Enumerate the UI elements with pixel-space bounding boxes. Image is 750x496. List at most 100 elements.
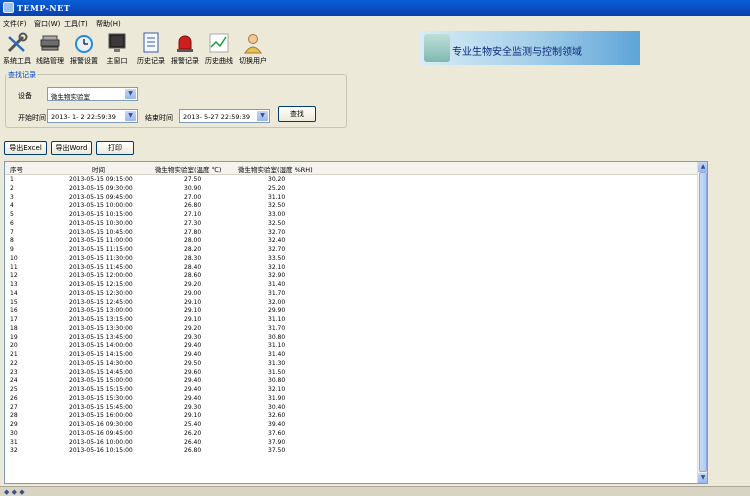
table-row[interactable]: 1 2013-05-15 09:15:00 27.50 30.20 [5, 176, 697, 185]
table-row[interactable]: 26 2013-05-15 15:30:00 29.40 31.90 [5, 395, 697, 404]
cell-humidity: 33.50 [268, 254, 286, 262]
table-row[interactable]: 20 2013-05-15 14:00:00 29.40 31.10 [5, 342, 697, 351]
table-row[interactable]: 18 2013-05-15 13:30:00 29.20 31.70 [5, 325, 697, 334]
tool-history-curve-button[interactable]: 历史曲线 [203, 32, 235, 68]
col-header-temperature[interactable]: 微生物实验室(温度 ℃) [155, 164, 221, 174]
table-row[interactable]: 17 2013-05-15 13:15:00 29.10 31.10 [5, 316, 697, 325]
cell-humidity: 33.00 [268, 211, 286, 218]
export-word-button[interactable]: 导出Word [51, 141, 92, 155]
cell-index: 5 [10, 211, 14, 218]
cell-time: 2013-05-15 14:30:00 [69, 359, 133, 367]
cell-humidity: 32.00 [268, 298, 286, 306]
table-row[interactable]: 16 2013-05-15 13:00:00 29.10 29.90 [5, 307, 697, 316]
tool-line-management-button[interactable]: 线路管理 [34, 32, 66, 68]
table-row[interactable]: 5 2013-05-15 10:15:00 27.10 33.00 [5, 211, 697, 220]
tool-main-window-button[interactable]: 主窗口 [104, 32, 130, 68]
table-row[interactable]: 32 2013-05-16 10:15:00 26.80 37.50 [5, 447, 697, 456]
cell-temperature: 29.60 [184, 368, 202, 376]
table-row[interactable]: 9 2013-05-15 11:15:00 28.20 32.70 [5, 246, 697, 255]
chevron-down-icon[interactable]: ▼ [125, 111, 136, 121]
cell-time: 2013-05-15 10:30:00 [69, 219, 133, 227]
tool-switch-user-button[interactable]: 切换用户 [237, 32, 269, 68]
cell-humidity: 29.90 [268, 307, 286, 315]
table-row[interactable]: 2 2013-05-15 09:30:00 30.90 25.20 [5, 185, 697, 194]
print-button[interactable]: 打印 [96, 141, 134, 155]
cell-time: 2013-05-15 14:15:00 [69, 351, 133, 358]
tool-alarm-records-button[interactable]: 报警记录 [169, 32, 201, 68]
table-row[interactable]: 6 2013-05-15 10:30:00 27.30 32.50 [5, 220, 697, 229]
search-records-legend: 查找记录 [7, 70, 37, 80]
col-header-index[interactable]: 序号 [10, 164, 23, 174]
cell-time: 2013-05-15 14:00:00 [69, 342, 133, 350]
cell-time: 2013-05-15 15:30:00 [69, 394, 133, 402]
scroll-down-icon[interactable]: ▼ [698, 473, 707, 483]
cell-humidity: 31.40 [268, 351, 286, 358]
table-row[interactable]: 27 2013-05-15 15:45:00 29.30 30.40 [5, 404, 697, 413]
table-row[interactable]: 25 2013-05-15 15:15:00 29.40 32.10 [5, 386, 697, 395]
table-row[interactable]: 29 2013-05-16 09:30:00 25.40 39.40 [5, 421, 697, 430]
cell-index: 29 [10, 421, 18, 428]
chevron-down-icon[interactable]: ▼ [125, 89, 136, 99]
device-select-value: 微生物实验室 [51, 93, 90, 101]
cell-index: 26 [10, 394, 18, 402]
table-row[interactable]: 22 2013-05-15 14:30:00 29.50 31.30 [5, 360, 697, 369]
records-table: 序号 时间 微生物实验室(温度 ℃) 微生物实验室(湿度 %RH) 1 2013-… [4, 161, 708, 484]
col-header-time[interactable]: 时间 [92, 164, 105, 174]
table-row[interactable]: 8 2013-05-15 11:00:00 28.00 32.40 [5, 237, 697, 246]
cell-time: 2013-05-15 13:45:00 [69, 333, 133, 341]
tool-system-tools-button[interactable]: 系统工具 [2, 32, 32, 68]
table-row[interactable]: 19 2013-05-15 13:45:00 29.30 30.80 [5, 334, 697, 343]
cell-index: 10 [10, 254, 18, 262]
start-time-picker[interactable]: 2013- 1- 2 22:59:39 ▼ [47, 109, 138, 123]
start-time-label: 开始时间 [18, 114, 46, 122]
cell-temperature: 29.30 [184, 333, 202, 341]
search-button[interactable]: 查找 [278, 106, 316, 122]
cell-time: 2013-05-15 15:15:00 [69, 386, 133, 393]
device-select[interactable]: 微生物实验室 ▼ [47, 87, 138, 101]
chevron-down-icon[interactable]: ▼ [257, 111, 268, 121]
cell-temperature: 29.40 [184, 351, 202, 358]
table-row[interactable]: 28 2013-05-15 16:00:00 29.10 32.60 [5, 412, 697, 421]
menu-help[interactable]: 帮助(H) [96, 19, 121, 29]
table-row[interactable]: 4 2013-05-15 10:00:00 26.80 32.50 [5, 202, 697, 211]
cell-index: 3 [10, 193, 14, 201]
document-list-icon [143, 32, 159, 53]
cell-humidity: 31.70 [268, 324, 286, 332]
tool-history-records-button[interactable]: 历史记录 [135, 32, 167, 68]
table-row[interactable]: 23 2013-05-15 14:45:00 29.60 31.50 [5, 369, 697, 378]
cell-index: 15 [10, 298, 18, 306]
cell-time: 2013-05-16 10:00:00 [69, 438, 133, 446]
network-device-icon [40, 35, 60, 51]
cell-index: 2 [10, 184, 14, 192]
table-row[interactable]: 24 2013-05-15 15:00:00 29.40 30.80 [5, 377, 697, 386]
table-row[interactable]: 3 2013-05-15 09:45:00 27.00 31.10 [5, 194, 697, 203]
cell-index: 22 [10, 359, 18, 367]
table-row[interactable]: 14 2013-05-15 12:30:00 29.00 31.70 [5, 290, 697, 299]
cell-humidity: 32.50 [268, 219, 286, 227]
window-title: TEMP-NET [17, 3, 71, 13]
table-row[interactable]: 13 2013-05-15 12:15:00 29.20 31.40 [5, 281, 697, 290]
cell-humidity: 30.20 [268, 176, 286, 183]
vertical-scrollbar[interactable]: ▲ ▼ [697, 162, 707, 483]
table-row[interactable]: 21 2013-05-15 14:15:00 29.40 31.40 [5, 351, 697, 360]
wrench-tools-icon [7, 32, 28, 53]
col-header-humidity[interactable]: 微生物实验室(湿度 %RH) [238, 164, 313, 174]
menu-window[interactable]: 窗口(W) [34, 19, 60, 29]
scroll-thumb[interactable] [699, 172, 707, 472]
tool-label: 系统工具 [3, 57, 31, 65]
menu-tools[interactable]: 工具(T) [64, 19, 88, 29]
table-row[interactable]: 7 2013-05-15 10:45:00 27.80 32.70 [5, 229, 697, 238]
menu-file[interactable]: 文件(F) [3, 19, 27, 29]
cell-time: 2013-05-15 11:30:00 [69, 254, 133, 262]
export-excel-button[interactable]: 导出Excel [4, 141, 47, 155]
scroll-up-icon[interactable]: ▲ [698, 162, 707, 172]
tool-alarm-settings-button[interactable]: 报警设置 [68, 32, 100, 68]
end-time-picker[interactable]: 2013- 5-27 22:59:39 ▼ [179, 109, 270, 123]
table-row[interactable]: 11 2013-05-15 11:45:00 28.40 32.10 [5, 264, 697, 273]
table-row[interactable]: 30 2013-05-16 09:45:00 26.20 37.60 [5, 430, 697, 439]
table-row[interactable]: 12 2013-05-15 12:00:00 28.60 32.90 [5, 272, 697, 281]
table-row[interactable]: 31 2013-05-16 10:00:00 26.40 37.90 [5, 439, 697, 448]
table-row[interactable]: 10 2013-05-15 11:30:00 28.30 33.50 [5, 255, 697, 264]
cell-time: 2013-05-15 12:45:00 [69, 298, 133, 306]
table-row[interactable]: 15 2013-05-15 12:45:00 29.10 32.00 [5, 299, 697, 308]
